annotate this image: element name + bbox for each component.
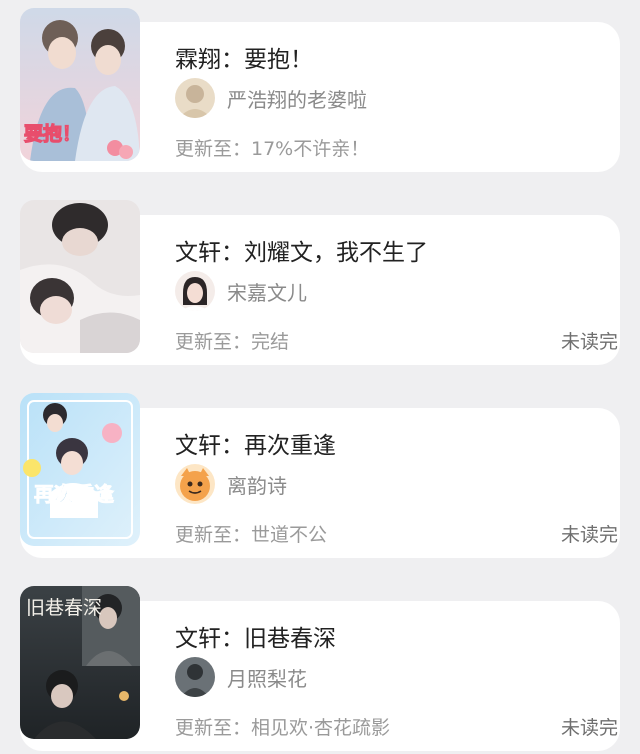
book-list: 要抱！ 霖翔：要抱！ 严浩翔的老婆啦 更新至：17%不许亲！ 文轩：刘耀文，我不… <box>0 0 640 754</box>
read-status-badge: 未读完 <box>560 717 618 739</box>
cover-title-text: 再次重逢 <box>34 482 114 506</box>
cover-title-text: 要抱！ <box>24 122 81 145</box>
author-row[interactable]: 月照梨花 <box>175 657 307 697</box>
author-avatar <box>175 657 215 697</box>
read-status-badge: 未读完 <box>560 331 618 353</box>
book-title[interactable]: 文轩：刘耀文，我不生了 <box>175 233 428 267</box>
author-avatar <box>175 78 215 118</box>
author-row[interactable]: 严浩翔的老婆啦 <box>175 78 367 118</box>
author-avatar <box>175 464 215 504</box>
read-status-badge: 未读完 <box>560 524 618 546</box>
update-status: 更新至：世道不公 <box>175 524 328 546</box>
author-name: 离韵诗 <box>227 473 287 498</box>
update-status: 更新至：17%不许亲！ <box>175 138 370 160</box>
book-title[interactable]: 文轩：再次重逢 <box>175 426 336 460</box>
author-name: 严浩翔的老婆啦 <box>227 87 367 112</box>
author-row[interactable]: 离韵诗 <box>175 464 287 504</box>
cover-title-text: 旧巷春深 <box>26 597 102 619</box>
book-title[interactable]: 霖翔：要抱！ <box>175 40 313 74</box>
book-cover[interactable] <box>20 200 140 353</box>
update-status: 更新至：完结 <box>175 331 290 353</box>
author-name: 月照梨花 <box>227 666 307 691</box>
author-avatar <box>175 271 215 311</box>
author-name: 宋嘉文儿 <box>227 280 307 305</box>
update-status: 更新至：相见欢·杏花疏影 <box>175 717 391 739</box>
book-cover[interactable]: 再次重逢 <box>20 393 140 546</box>
author-row[interactable]: 宋嘉文儿 <box>175 271 307 311</box>
book-cover[interactable]: 要抱！ <box>20 8 140 161</box>
book-cover[interactable]: 旧巷春深 <box>20 586 140 739</box>
book-title[interactable]: 文轩：旧巷春深 <box>175 619 336 653</box>
